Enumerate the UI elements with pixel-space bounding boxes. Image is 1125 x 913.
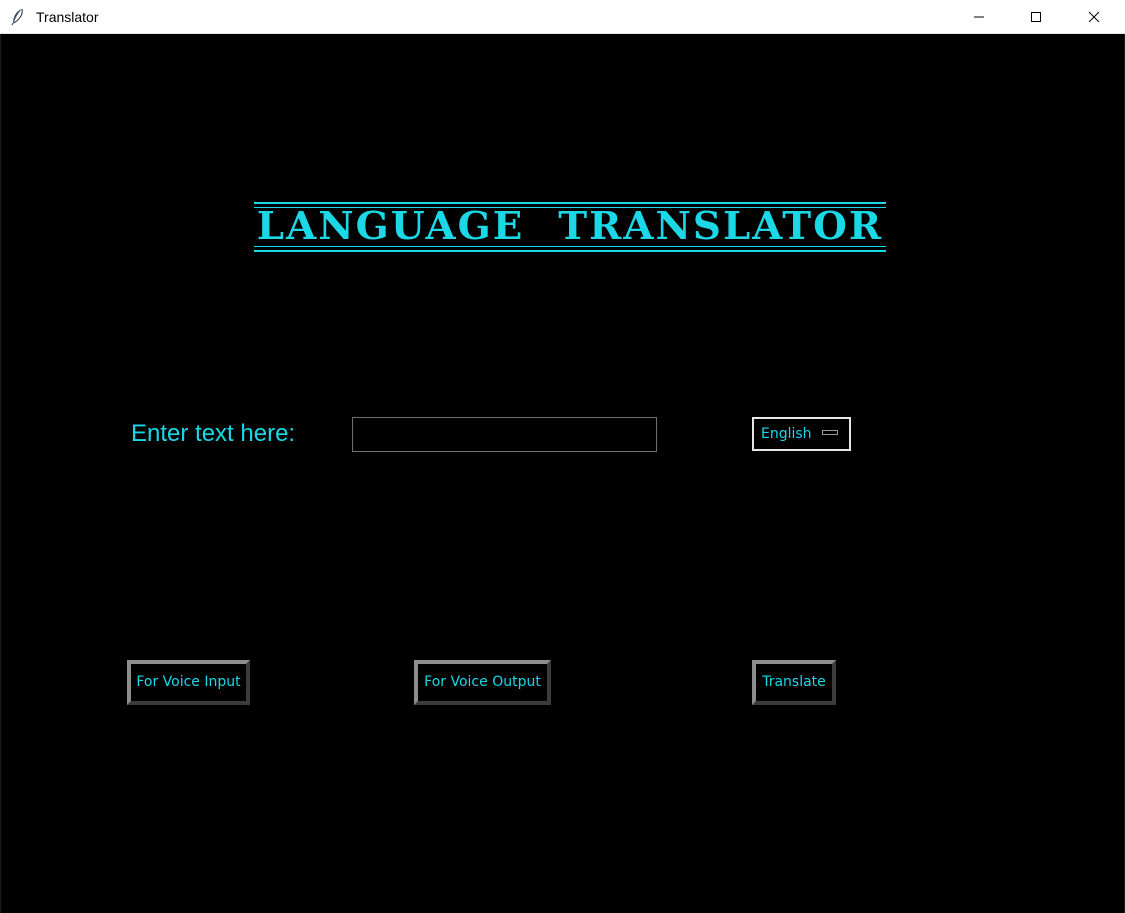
option-menu-indicator-icon [822, 430, 838, 435]
minimize-button[interactable] [956, 0, 1002, 34]
feather-icon [10, 8, 26, 26]
maximize-icon [1031, 12, 1041, 22]
heading-rule-bottom-thin [254, 246, 886, 247]
voice-input-button[interactable]: For Voice Input [127, 660, 250, 705]
app-window: Translator LANGUAGE TRANSLATOR Enter tex… [0, 0, 1125, 913]
text-input[interactable] [352, 417, 657, 452]
window-title: Translator [36, 9, 99, 25]
heading-title: LANGUAGE TRANSLATOR [256, 203, 884, 248]
maximize-button[interactable] [1013, 0, 1059, 34]
client-area: LANGUAGE TRANSLATOR Enter text here: Eng… [0, 34, 1125, 913]
voice-output-button[interactable]: For Voice Output [414, 660, 551, 705]
input-label: Enter text here: [131, 420, 296, 447]
translate-button[interactable]: Translate [752, 660, 836, 705]
close-icon [1088, 11, 1100, 23]
heading-rule-bottom [254, 250, 886, 252]
title-bar[interactable]: Translator [0, 0, 1125, 34]
heading: LANGUAGE TRANSLATOR [254, 202, 886, 254]
close-button[interactable] [1071, 0, 1117, 34]
minimize-icon [974, 16, 984, 18]
language-selected-value: English [761, 426, 812, 442]
language-select[interactable]: English [752, 417, 851, 451]
